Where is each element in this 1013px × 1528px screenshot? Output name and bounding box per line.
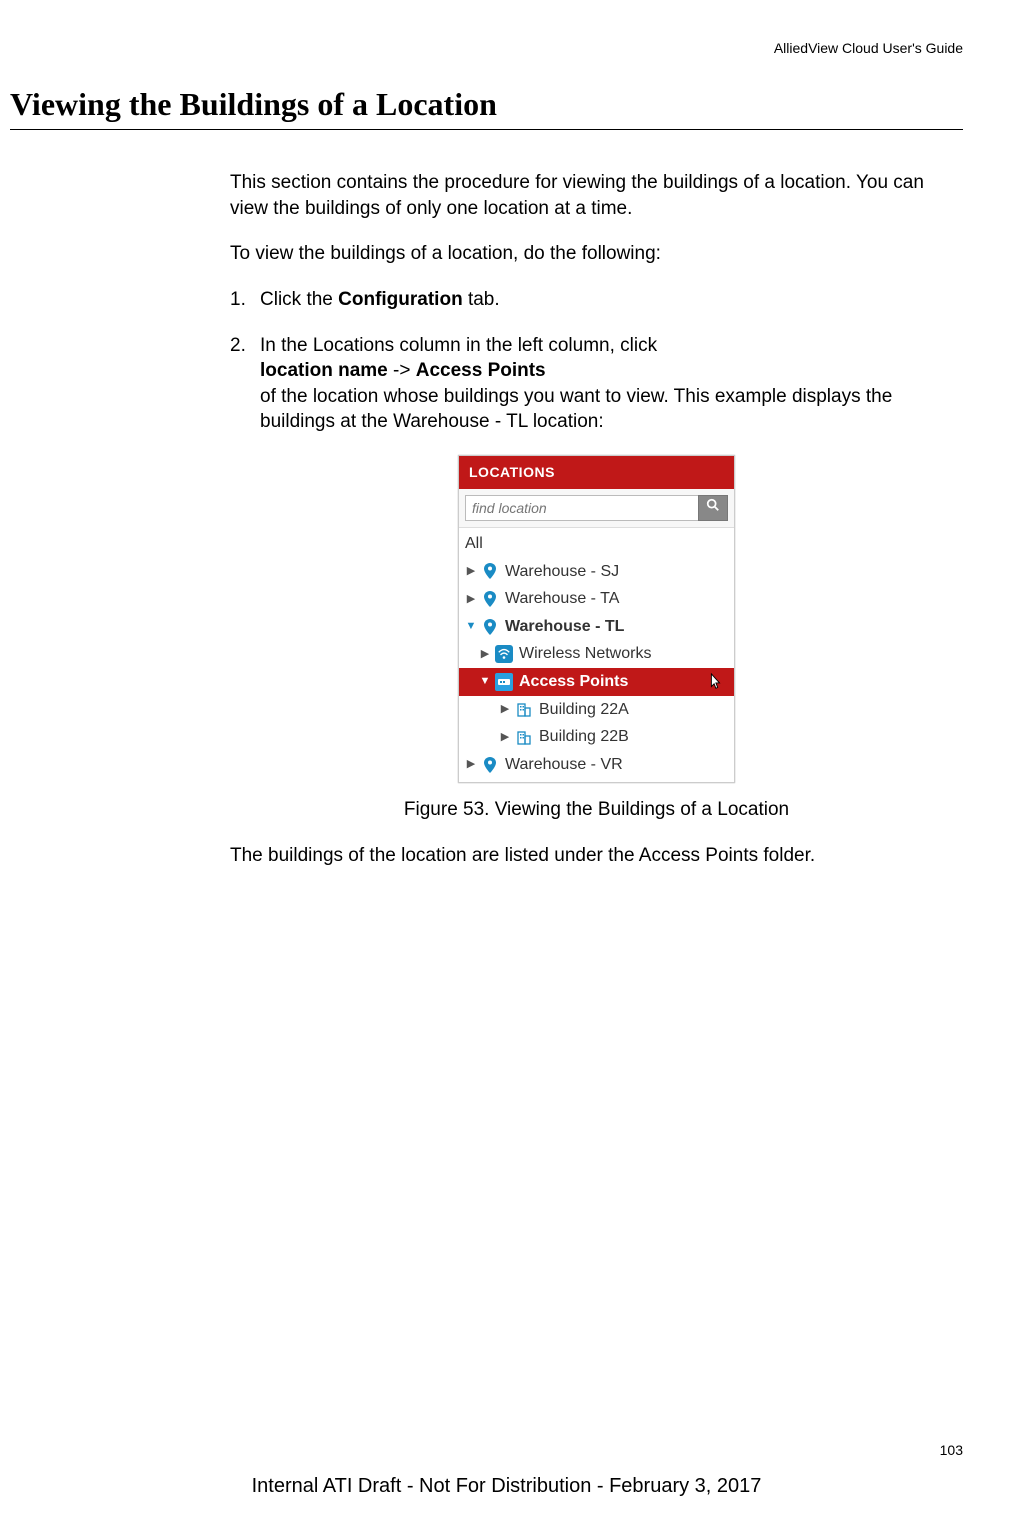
lead-paragraph: To view the buildings of a location, do … bbox=[230, 241, 963, 267]
cursor-icon bbox=[706, 672, 724, 692]
step1-text-a: Click the bbox=[260, 289, 338, 310]
step2-text-c: -> bbox=[388, 360, 416, 381]
guide-title: AlliedView Cloud User's Guide bbox=[10, 40, 963, 56]
location-pin-icon bbox=[481, 618, 499, 636]
section-heading: Viewing the Buildings of a Location bbox=[10, 86, 963, 123]
tree-item-label: Warehouse - SJ bbox=[505, 561, 619, 583]
search-row bbox=[459, 489, 734, 528]
collapse-icon: ▼ bbox=[479, 674, 491, 689]
locations-panel: LOCATIONS All ▶ bbox=[458, 455, 735, 783]
figure-container: LOCATIONS All ▶ bbox=[230, 455, 963, 783]
draft-notice: Internal ATI Draft - Not For Distributio… bbox=[0, 1475, 1013, 1498]
step-2: 2. In the Locations column in the left c… bbox=[230, 333, 963, 436]
after-figure-paragraph: The buildings of the location are listed… bbox=[230, 843, 963, 869]
tree-item-label: Wireless Networks bbox=[519, 643, 651, 665]
tree-item-label: Building 22B bbox=[539, 726, 629, 748]
tree-item-wireless[interactable]: ▶ Wireless Networks bbox=[459, 640, 734, 668]
step-number: 1. bbox=[230, 287, 260, 313]
collapse-icon: ▼ bbox=[465, 619, 477, 634]
step2-text-b: location name bbox=[260, 360, 388, 381]
wifi-icon bbox=[495, 645, 513, 663]
tree-item-label: Warehouse - TA bbox=[505, 588, 619, 610]
tree-item-label: Access Points bbox=[519, 671, 628, 693]
step2-text-d: Access Points bbox=[416, 360, 546, 381]
tree-item-tl[interactable]: ▼ Warehouse - TL bbox=[459, 613, 734, 641]
tree-item-label: Building 22A bbox=[539, 699, 629, 721]
expand-icon: ▶ bbox=[499, 730, 511, 745]
tree-item-access-points[interactable]: ▼ Access Points bbox=[459, 668, 734, 696]
tree-item-building-22a[interactable]: ▶ Building 22A bbox=[459, 696, 734, 724]
location-tree: All ▶ Warehouse - SJ ▶ W bbox=[459, 528, 734, 782]
access-point-icon bbox=[495, 673, 513, 691]
search-input[interactable] bbox=[465, 495, 699, 521]
section-rule bbox=[10, 129, 963, 130]
figure-caption: Figure 53. Viewing the Buildings of a Lo… bbox=[230, 797, 963, 823]
step2-text-a: In the Locations column in the left colu… bbox=[260, 335, 657, 356]
step-number: 2. bbox=[230, 333, 260, 436]
tree-item-label: Warehouse - VR bbox=[505, 754, 623, 776]
panel-header: LOCATIONS bbox=[459, 456, 734, 489]
tree-item-ta[interactable]: ▶ Warehouse - TA bbox=[459, 585, 734, 613]
tree-item-vr[interactable]: ▶ Warehouse - VR bbox=[459, 751, 734, 779]
step-1: 1. Click the Configuration tab. bbox=[230, 287, 963, 313]
step1-text-c: tab. bbox=[463, 289, 500, 310]
intro-paragraph: This section contains the procedure for … bbox=[230, 170, 963, 221]
expand-icon: ▶ bbox=[479, 647, 491, 662]
tree-item-label: Warehouse - TL bbox=[505, 616, 624, 638]
building-icon bbox=[515, 728, 533, 746]
search-button[interactable] bbox=[698, 495, 728, 521]
tree-all[interactable]: All bbox=[459, 530, 734, 558]
expand-icon: ▶ bbox=[499, 702, 511, 717]
search-icon bbox=[706, 497, 720, 519]
expand-icon: ▶ bbox=[465, 564, 477, 579]
tree-all-label: All bbox=[465, 533, 483, 555]
location-pin-icon bbox=[481, 590, 499, 608]
step1-text-b: Configuration bbox=[338, 289, 463, 310]
tree-item-sj[interactable]: ▶ Warehouse - SJ bbox=[459, 558, 734, 586]
expand-icon: ▶ bbox=[465, 592, 477, 607]
location-pin-icon bbox=[481, 756, 499, 774]
expand-icon: ▶ bbox=[465, 757, 477, 772]
step2-text-e: of the location whose buildings you want… bbox=[260, 386, 892, 433]
location-pin-icon bbox=[481, 562, 499, 580]
tree-item-building-22b[interactable]: ▶ Building 22B bbox=[459, 723, 734, 751]
building-icon bbox=[515, 700, 533, 718]
page-number: 103 bbox=[940, 1442, 963, 1458]
